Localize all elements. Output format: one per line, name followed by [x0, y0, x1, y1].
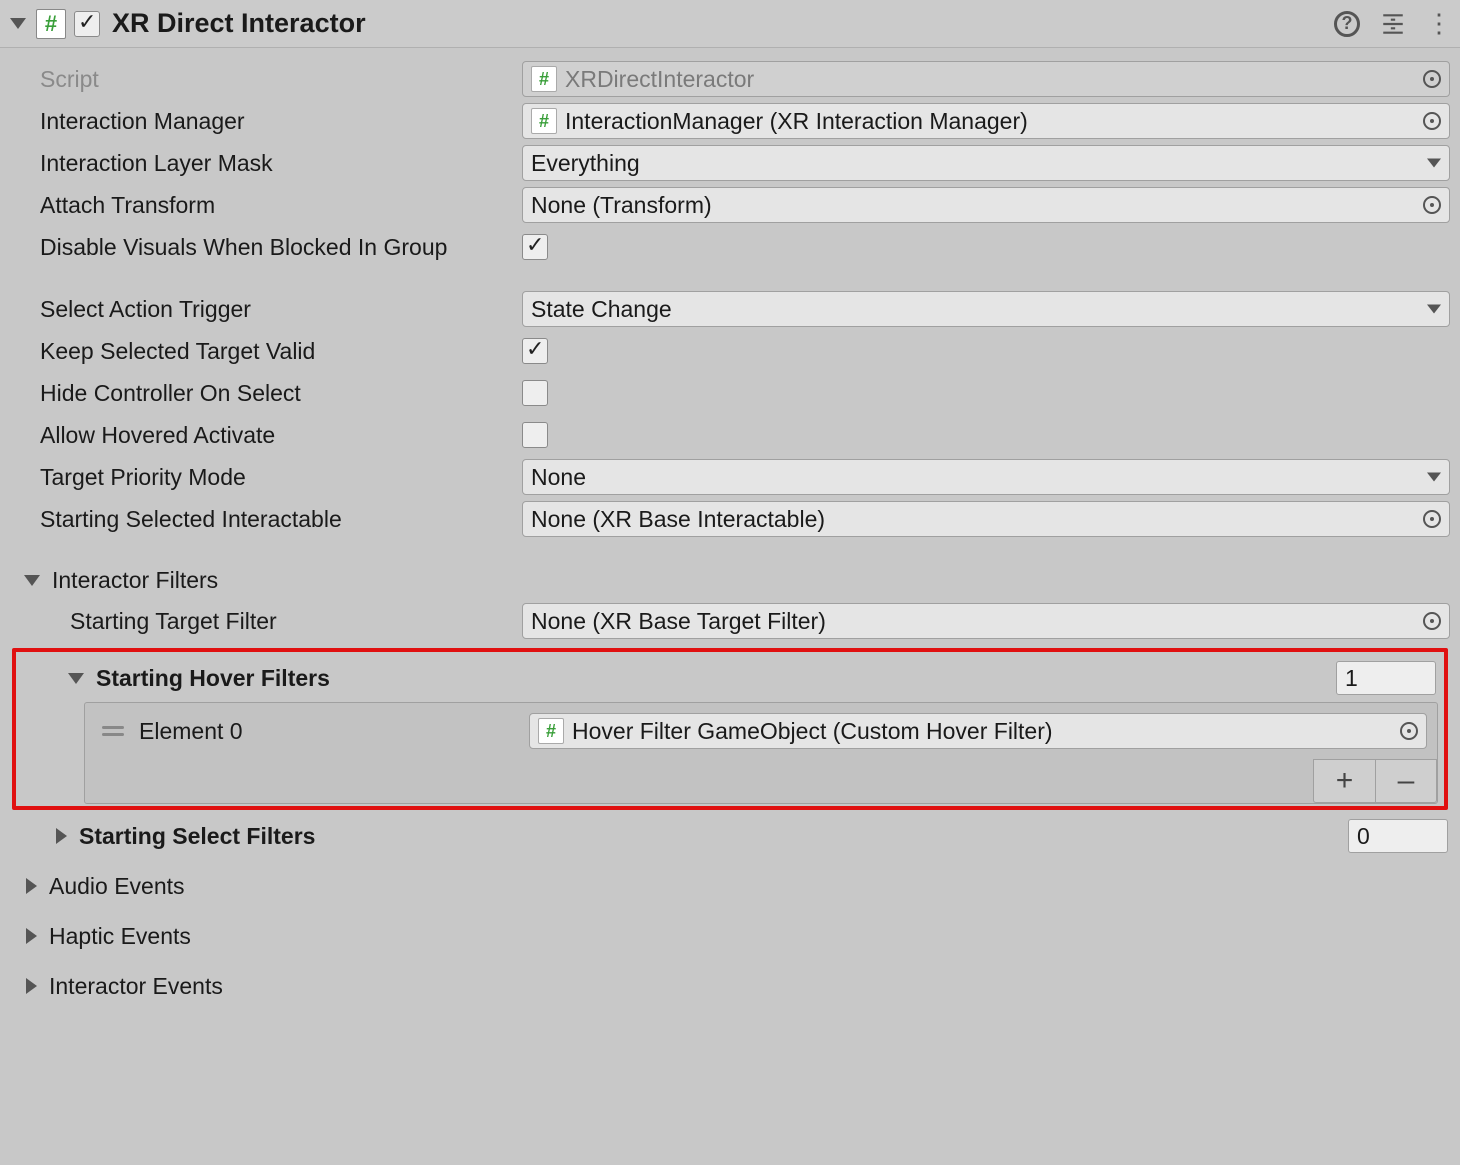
- hash-icon: #: [538, 718, 564, 744]
- target-priority-value: None: [531, 464, 586, 491]
- disable-visuals-checkbox[interactable]: [522, 234, 548, 260]
- script-value: XRDirectInteractor: [565, 66, 754, 93]
- foldout-arrow-icon: [26, 978, 37, 994]
- select-filters-count: 0: [1357, 823, 1370, 850]
- interaction-manager-value: InteractionManager (XR Interaction Manag…: [565, 108, 1028, 135]
- list-buttons: + –: [85, 759, 1437, 803]
- starting-target-filter-value: None (XR Base Target Filter): [531, 608, 826, 635]
- starting-select-filters-label: Starting Select Filters: [79, 823, 315, 850]
- hide-controller-checkbox[interactable]: [522, 380, 548, 406]
- audio-events-foldout[interactable]: Audio Events: [10, 866, 1450, 906]
- starting-hover-filters-label: Starting Hover Filters: [96, 665, 330, 692]
- hover-filters-count: 1: [1345, 665, 1358, 692]
- starting-select-filters-foldout[interactable]: Starting Select Filters 0: [10, 816, 1450, 856]
- foldout-arrow-icon: [26, 928, 37, 944]
- foldout-arrow-icon: [68, 673, 84, 684]
- hash-icon: #: [531, 108, 557, 134]
- interactor-filters-foldout[interactable]: Interactor Filters: [10, 560, 1450, 600]
- drag-handle-icon[interactable]: [101, 726, 125, 736]
- foldout-arrow-icon: [56, 828, 67, 844]
- select-action-trigger-label: Select Action Trigger: [10, 296, 522, 323]
- attach-transform-value: None (Transform): [531, 192, 712, 219]
- element0-label: Element 0: [139, 718, 515, 745]
- object-picker-icon[interactable]: [1423, 112, 1441, 130]
- keep-selected-label: Keep Selected Target Valid: [10, 338, 522, 365]
- hide-controller-label: Hide Controller On Select: [10, 380, 522, 407]
- attach-transform-label: Attach Transform: [10, 192, 522, 219]
- select-action-trigger-field[interactable]: State Change: [522, 291, 1450, 327]
- interaction-manager-label: Interaction Manager: [10, 108, 522, 135]
- select-filters-count-field[interactable]: 0: [1348, 819, 1448, 853]
- audio-events-label: Audio Events: [49, 873, 185, 900]
- hover-filters-list: Element 0 # Hover Filter GameObject (Cus…: [84, 702, 1438, 804]
- component-foldout-toggle[interactable]: [10, 18, 26, 29]
- starting-hover-filters-foldout[interactable]: Starting Hover Filters 1: [22, 658, 1438, 698]
- starting-target-filter-label: Starting Target Filter: [10, 608, 522, 635]
- interaction-layer-mask-label: Interaction Layer Mask: [10, 150, 522, 177]
- interaction-manager-field[interactable]: # InteractionManager (XR Interaction Man…: [522, 103, 1450, 139]
- interaction-layer-mask-value: Everything: [531, 150, 640, 177]
- minus-icon: –: [1398, 764, 1415, 798]
- hover-filters-count-field[interactable]: 1: [1336, 661, 1436, 695]
- object-picker-icon[interactable]: [1423, 612, 1441, 630]
- object-picker-icon[interactable]: [1423, 510, 1441, 528]
- dropdown-icon: [1427, 473, 1441, 482]
- foldout-arrow-icon: [26, 878, 37, 894]
- element0-value: Hover Filter GameObject (Custom Hover Fi…: [572, 718, 1053, 745]
- interaction-layer-mask-row: Interaction Layer Mask Everything: [10, 142, 1450, 184]
- target-priority-row: Target Priority Mode None: [10, 456, 1450, 498]
- keep-selected-row: Keep Selected Target Valid: [10, 330, 1450, 372]
- context-menu-icon[interactable]: ⋮: [1426, 8, 1450, 39]
- plus-icon: +: [1336, 764, 1354, 798]
- disable-visuals-row: Disable Visuals When Blocked In Group: [10, 226, 1450, 268]
- interactor-events-label: Interactor Events: [49, 973, 223, 1000]
- csharp-script-icon: #: [36, 9, 66, 39]
- interactor-events-foldout[interactable]: Interactor Events: [10, 966, 1450, 1006]
- component-enable-checkbox[interactable]: [74, 11, 100, 37]
- remove-element-button[interactable]: –: [1375, 759, 1437, 803]
- allow-hovered-row: Allow Hovered Activate: [10, 414, 1450, 456]
- interaction-manager-row: Interaction Manager # InteractionManager…: [10, 100, 1450, 142]
- target-priority-field[interactable]: None: [522, 459, 1450, 495]
- foldout-arrow-icon: [24, 575, 40, 586]
- allow-hovered-checkbox[interactable]: [522, 422, 548, 448]
- highlight-box: Starting Hover Filters 1 Element 0 # Hov…: [12, 648, 1448, 810]
- select-action-trigger-row: Select Action Trigger State Change: [10, 288, 1450, 330]
- element0-field[interactable]: # Hover Filter GameObject (Custom Hover …: [529, 713, 1427, 749]
- starting-selected-value: None (XR Base Interactable): [531, 506, 825, 533]
- interaction-layer-mask-field[interactable]: Everything: [522, 145, 1450, 181]
- starting-selected-row: Starting Selected Interactable None (XR …: [10, 498, 1450, 540]
- keep-selected-checkbox[interactable]: [522, 338, 548, 364]
- allow-hovered-label: Allow Hovered Activate: [10, 422, 522, 449]
- target-priority-label: Target Priority Mode: [10, 464, 522, 491]
- hash-icon: #: [531, 66, 557, 92]
- starting-target-filter-field[interactable]: None (XR Base Target Filter): [522, 603, 1450, 639]
- object-picker-icon[interactable]: [1400, 722, 1418, 740]
- object-picker-icon[interactable]: [1423, 196, 1441, 214]
- script-row: Script # XRDirectInteractor: [10, 58, 1450, 100]
- object-picker-icon: [1423, 70, 1441, 88]
- disable-visuals-label: Disable Visuals When Blocked In Group: [10, 234, 522, 261]
- script-label: Script: [10, 66, 522, 93]
- component-title: XR Direct Interactor: [112, 8, 1334, 39]
- dropdown-icon: [1427, 305, 1441, 314]
- haptic-events-foldout[interactable]: Haptic Events: [10, 916, 1450, 956]
- component-inspector: # XR Direct Interactor ? ⋮ Script # XRDi…: [0, 0, 1460, 1012]
- script-field: # XRDirectInteractor: [522, 61, 1450, 97]
- add-element-button[interactable]: +: [1313, 759, 1375, 803]
- component-header: # XR Direct Interactor ? ⋮: [0, 0, 1460, 48]
- select-action-trigger-value: State Change: [531, 296, 672, 323]
- presets-icon[interactable]: [1380, 11, 1406, 37]
- starting-selected-field[interactable]: None (XR Base Interactable): [522, 501, 1450, 537]
- dropdown-icon: [1427, 159, 1441, 168]
- interactor-filters-label: Interactor Filters: [52, 567, 218, 594]
- list-item: Element 0 # Hover Filter GameObject (Cus…: [85, 703, 1437, 759]
- attach-transform-row: Attach Transform None (Transform): [10, 184, 1450, 226]
- hide-controller-row: Hide Controller On Select: [10, 372, 1450, 414]
- starting-selected-label: Starting Selected Interactable: [10, 506, 522, 533]
- attach-transform-field[interactable]: None (Transform): [522, 187, 1450, 223]
- starting-target-filter-row: Starting Target Filter None (XR Base Tar…: [10, 600, 1450, 642]
- haptic-events-label: Haptic Events: [49, 923, 191, 950]
- help-icon[interactable]: ?: [1334, 11, 1360, 37]
